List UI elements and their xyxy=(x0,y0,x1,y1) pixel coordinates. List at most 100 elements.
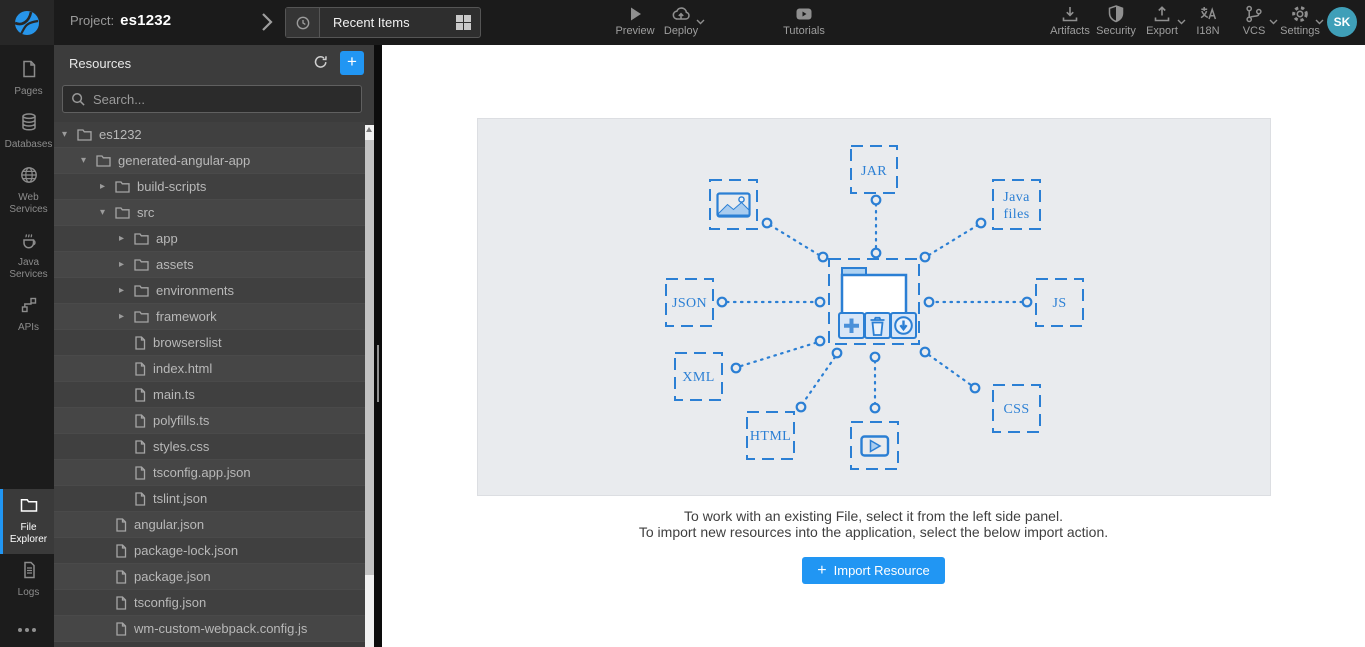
instruction-line-2: To import new resources into the applica… xyxy=(638,523,1109,540)
nav-item-apis[interactable]: APIs xyxy=(0,289,54,342)
tutorials-button[interactable]: Tutorials xyxy=(776,4,832,42)
tree-item[interactable]: index.html xyxy=(54,356,365,382)
search-input[interactable] xyxy=(93,91,333,107)
expand-arrow-icon[interactable]: ▾ xyxy=(100,207,115,218)
chevron-right-icon[interactable] xyxy=(261,12,273,32)
nav-item-java-services[interactable]: Java Services xyxy=(0,224,54,289)
tree-item-label: polyfills.ts xyxy=(153,413,210,428)
tree-item[interactable]: angular.json xyxy=(54,512,365,538)
nav-item-logs[interactable]: Logs xyxy=(0,554,54,607)
panel-splitter[interactable] xyxy=(374,45,382,647)
tree-item-label: tsconfig.json xyxy=(134,595,207,610)
expand-arrow-icon[interactable]: ▾ xyxy=(81,155,96,166)
folder-icon xyxy=(134,285,149,297)
chevron-down-icon xyxy=(696,19,705,25)
import-resource-button[interactable]: + Import Resource xyxy=(802,557,945,584)
svg-text:Java: Java xyxy=(1003,190,1030,205)
refresh-icon[interactable] xyxy=(312,54,330,72)
nav-item-web-services[interactable]: Web Services xyxy=(0,159,54,224)
scroll-up-arrow[interactable] xyxy=(366,127,372,132)
upload-icon xyxy=(1154,6,1170,22)
tree-item[interactable]: ▾ src xyxy=(54,200,365,226)
expand-arrow-icon[interactable]: ▸ xyxy=(100,181,115,192)
grid-view-icon[interactable] xyxy=(456,15,471,30)
add-resource-button[interactable]: + xyxy=(340,51,364,75)
expand-arrow-icon[interactable]: ▸ xyxy=(119,311,134,322)
tree-item-label: package-lock.json xyxy=(134,543,239,558)
file-icon xyxy=(135,491,146,506)
delete-file-icon[interactable] xyxy=(863,312,891,339)
recent-items-dropdown[interactable]: Recent Items xyxy=(285,7,481,38)
tree-item[interactable]: ▸ build-scripts xyxy=(54,174,365,200)
vcs-button[interactable]: VCS xyxy=(1231,4,1278,42)
export-button[interactable]: Export xyxy=(1139,4,1186,42)
folder-icon xyxy=(20,499,37,512)
expand-arrow-icon[interactable]: ▸ xyxy=(119,285,134,296)
tree-item-label: environments xyxy=(156,283,235,298)
file-icon xyxy=(135,413,146,428)
security-button[interactable]: Security xyxy=(1093,4,1139,42)
more-options-icon[interactable] xyxy=(0,617,54,643)
tree-item[interactable]: ▸ assets xyxy=(54,252,365,278)
expand-arrow-icon[interactable]: ▾ xyxy=(62,129,77,140)
file-icon xyxy=(135,335,146,350)
tree-item[interactable]: styles.css xyxy=(54,434,365,460)
tree-item-label: tslint.json xyxy=(153,491,208,506)
json-node: JSON xyxy=(664,278,714,327)
tree-item[interactable]: ▸ environments xyxy=(54,278,365,304)
tree-item[interactable]: polyfills.ts xyxy=(54,408,365,434)
gear-icon xyxy=(1292,6,1308,22)
tree-item-label: build-scripts xyxy=(137,179,207,194)
file-icon xyxy=(116,517,127,532)
settings-button[interactable]: Settings xyxy=(1277,4,1324,42)
search-box[interactable] xyxy=(62,85,362,113)
app-logo[interactable] xyxy=(0,0,54,45)
tree-item[interactable]: tsconfig.json xyxy=(54,590,365,616)
tree-item[interactable]: ▾ generated-angular-app xyxy=(54,148,365,174)
tree-item[interactable]: main.ts xyxy=(54,382,365,408)
video-tutorials-icon xyxy=(796,8,812,20)
tree-item[interactable]: ▾ es1232 xyxy=(54,122,365,148)
tree-item[interactable]: browserslist xyxy=(54,330,365,356)
image-node xyxy=(708,179,758,230)
scrollbar-thumb[interactable] xyxy=(365,140,374,575)
tree-item[interactable]: ▸ framework xyxy=(54,304,365,330)
folder-icon xyxy=(134,233,149,245)
tree-item[interactable]: package.json xyxy=(54,564,365,590)
tree-item[interactable]: ▸ app xyxy=(54,226,365,252)
tree-item-label: browserslist xyxy=(153,335,222,350)
user-avatar[interactable]: SK xyxy=(1327,7,1357,37)
tree-item-label: angular.json xyxy=(134,517,205,532)
artifacts-button[interactable]: Artifacts xyxy=(1047,4,1093,42)
svg-text:JS: JS xyxy=(1052,296,1066,311)
tree-item-label: tsconfig.app.json xyxy=(153,465,251,480)
file-icon xyxy=(135,361,146,376)
expand-arrow-icon[interactable]: ▸ xyxy=(119,259,134,270)
download-file-icon[interactable] xyxy=(889,312,917,339)
deploy-button[interactable]: Deploy xyxy=(658,4,705,42)
xml-node: XML xyxy=(673,352,723,401)
tree-item[interactable]: package-lock.json xyxy=(54,538,365,564)
nav-item-pages[interactable]: Pages xyxy=(0,53,54,106)
tree-item[interactable]: wm-custom-webpack.config.js xyxy=(54,616,365,642)
cloud-upload-icon xyxy=(672,7,690,20)
nav-item-databases[interactable]: Databases xyxy=(0,106,54,159)
nav-item-file-explorer[interactable]: File Explorer xyxy=(0,489,54,554)
topbar-right-actions: Artifacts Security Export I18N VCS Setti… xyxy=(1047,4,1324,42)
preview-button[interactable]: Preview xyxy=(612,4,658,42)
add-file-icon[interactable] xyxy=(837,312,865,339)
html-node: HTML xyxy=(745,411,795,460)
tree-item[interactable]: tsconfig.app.json xyxy=(54,460,365,486)
file-icon xyxy=(135,465,146,480)
tree-item[interactable]: tslint.json xyxy=(54,486,365,512)
tree-scrollbar[interactable] xyxy=(365,125,374,647)
i18n-button[interactable]: I18N xyxy=(1185,4,1231,42)
expand-arrow-icon[interactable]: ▸ xyxy=(119,233,134,244)
splitter-handle[interactable] xyxy=(376,345,379,402)
tree-item-label: styles.css xyxy=(153,439,210,454)
tree-item-label: index.html xyxy=(153,361,213,376)
folder-icon xyxy=(115,207,130,219)
svg-text:HTML: HTML xyxy=(749,429,790,444)
tree-item-label: framework xyxy=(156,309,217,324)
shield-icon xyxy=(1108,5,1124,23)
